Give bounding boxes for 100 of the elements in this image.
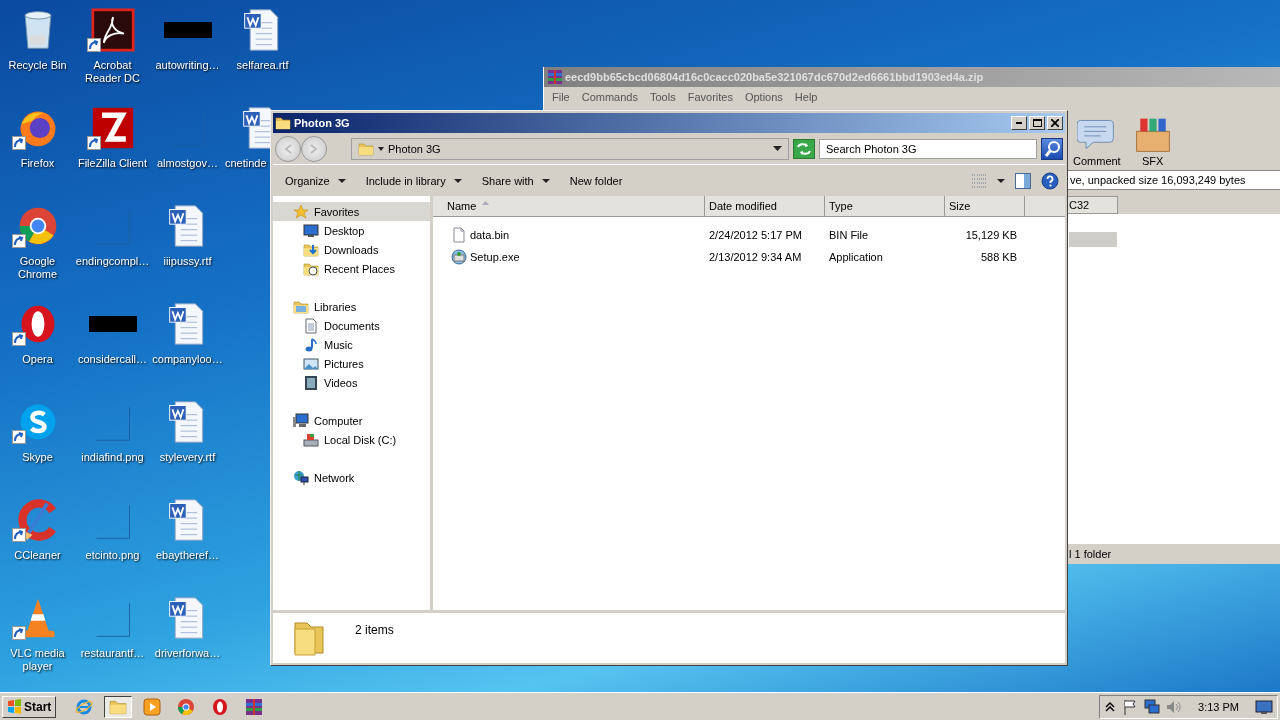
- caret-icon: [378, 146, 384, 151]
- windows-logo-icon: [7, 699, 22, 714]
- address-bar[interactable]: Photon 3G: [351, 137, 789, 160]
- column-header[interactable]: Size: [945, 196, 1025, 216]
- close-button[interactable]: [1047, 116, 1063, 130]
- maximize-icon: [1032, 119, 1042, 127]
- recent-folder-icon: [303, 260, 319, 277]
- network-icon: [293, 469, 309, 486]
- download-folder-icon: [303, 241, 319, 258]
- nav-item[interactable]: Music: [273, 335, 430, 354]
- star-icon: [293, 203, 309, 220]
- archive-icon: [548, 70, 562, 84]
- table-cell-text: Application: [828, 251, 884, 263]
- details-view-icon: [971, 172, 987, 189]
- desktop-icon-label[interactable]: Skype: [22, 451, 53, 464]
- browser-icon: [75, 697, 94, 716]
- desktop-icon-label[interactable]: selfarea.rtf: [236, 59, 289, 72]
- clock[interactable]: 3:13 PM: [1198, 700, 1239, 713]
- refresh-button[interactable]: [793, 138, 815, 159]
- library-icon: [293, 298, 309, 315]
- close-icon: [1051, 119, 1059, 127]
- file-name[interactable]: data.bin: [470, 229, 510, 241]
- nav-item[interactable]: Computer: [273, 411, 430, 430]
- hard-disk-icon: [303, 431, 319, 448]
- desktop-icon-label[interactable]: considercall…: [77, 353, 148, 366]
- window-title: eecd9bb65cbcd06804d16c0cacc020ba5e321067dc670d2ed6661bbd1903ed4a.zip: [565, 71, 984, 83]
- film-icon: [303, 374, 319, 391]
- show-desktop-icon[interactable]: [1255, 697, 1273, 716]
- help-button[interactable]: [1039, 169, 1061, 192]
- monitor-icon: [303, 222, 319, 239]
- desktop-icon-label[interactable]: Opera: [22, 353, 53, 366]
- preview-pane-icon: [1015, 172, 1031, 189]
- file-name[interactable]: Setup.exe: [470, 251, 520, 263]
- column-header[interactable]: Name: [433, 196, 705, 216]
- view-dropdown-button[interactable]: [995, 176, 1007, 185]
- toolbar-button[interactable]: Organize: [277, 171, 354, 190]
- desktop-icon-label[interactable]: endingcompl…: [75, 255, 150, 268]
- desktop-icon-label[interactable]: Google Chrome: [0, 255, 75, 281]
- nav-item[interactable]: Documents: [273, 316, 430, 335]
- toolbar-button[interactable]: SFX: [1128, 115, 1177, 167]
- picture-icon: [303, 355, 319, 372]
- toolbar-button[interactable]: Comment: [1069, 115, 1125, 167]
- taskbar-button[interactable]: [104, 695, 133, 718]
- menu-item[interactable]: Favorites: [687, 91, 733, 103]
- menu-item[interactable]: Help: [794, 91, 818, 103]
- column-header: [1025, 196, 1065, 216]
- toolbar-button[interactable]: New folder: [561, 171, 631, 190]
- desktop-icon-label[interactable]: indiafind.png: [81, 451, 144, 464]
- document-icon: [303, 317, 319, 334]
- maximize-button[interactable]: [1029, 116, 1045, 130]
- nav-item[interactable]: Desktop: [273, 221, 430, 240]
- nav-item[interactable]: Favorites: [273, 202, 430, 221]
- breadcrumb-item[interactable]: Photon 3G: [388, 142, 769, 155]
- search-button[interactable]: [1041, 137, 1063, 160]
- column-header[interactable]: Date modified: [705, 196, 825, 216]
- network-icon[interactable]: [1144, 698, 1161, 715]
- desktop-icon-label[interactable]: almostgov…: [156, 157, 219, 170]
- nav-item[interactable]: Pictures: [273, 354, 430, 373]
- installer-icon: [451, 249, 467, 265]
- table-cell-text: BIN File: [828, 229, 870, 241]
- desktop-icon-label[interactable]: Firefox: [20, 157, 55, 170]
- folder-icon: [275, 115, 291, 131]
- menu-item[interactable]: Options: [744, 91, 783, 103]
- nav-item[interactable]: Downloads: [273, 240, 430, 259]
- minimize-icon: [1016, 122, 1022, 124]
- column-header[interactable]: Type: [825, 196, 945, 216]
- item-count: 2 items: [355, 622, 394, 637]
- search-field[interactable]: Search Photon 3G: [819, 138, 1037, 159]
- nav-item[interactable]: Recent Places: [273, 259, 430, 278]
- nav-item[interactable]: Libraries: [273, 297, 430, 316]
- show-hidden-icons-icon[interactable]: [1104, 700, 1117, 713]
- table-cell-text: 588 KB: [979, 251, 1018, 263]
- menu-item[interactable]: Tools: [650, 91, 676, 103]
- menu-item[interactable]: Commands: [581, 91, 638, 103]
- toolbar-button[interactable]: Include in library: [357, 171, 470, 190]
- computer-icon: [293, 412, 309, 429]
- address-field[interactable]: ve, unpacked size 16,093,249 bytes: [1067, 170, 1280, 190]
- desktop-icon-label[interactable]: Acrobat Reader DC: [75, 59, 150, 85]
- toolbar-button[interactable]: Share with: [473, 171, 558, 190]
- status-text: l 1 folder: [1069, 548, 1112, 560]
- start-button[interactable]: Start: [2, 695, 57, 718]
- flag-icon[interactable]: [1122, 698, 1139, 715]
- desktop-icon-label[interactable]: autowriting…: [155, 59, 220, 72]
- dropdown-caret-icon: [773, 146, 782, 151]
- desktop-icon-label[interactable]: iiipussy.rtf: [163, 255, 212, 268]
- file-icon: [451, 227, 467, 243]
- menu-item[interactable]: File: [552, 91, 570, 103]
- preview-pane-button[interactable]: [1013, 170, 1033, 191]
- desktop-icon-label[interactable]: FileZilla Client: [77, 157, 148, 170]
- desktop-icon-label[interactable]: companyloo…: [152, 353, 223, 366]
- desktop-icon-label[interactable]: stylevery.rtf: [159, 451, 216, 464]
- desktop-icon-label[interactable]: Recycle Bin: [8, 59, 67, 72]
- caret-icon: [997, 178, 1005, 183]
- nav-item[interactable]: Videos: [273, 373, 430, 392]
- minimize-button[interactable]: [1011, 116, 1027, 130]
- column-header[interactable]: C32: [1067, 196, 1118, 214]
- nav-item[interactable]: Network: [273, 468, 430, 487]
- nav-item[interactable]: Local Disk (C:): [273, 430, 430, 449]
- help-icon: [1041, 171, 1059, 190]
- desktop-icon-label[interactable]: cnetinde: [225, 157, 267, 170]
